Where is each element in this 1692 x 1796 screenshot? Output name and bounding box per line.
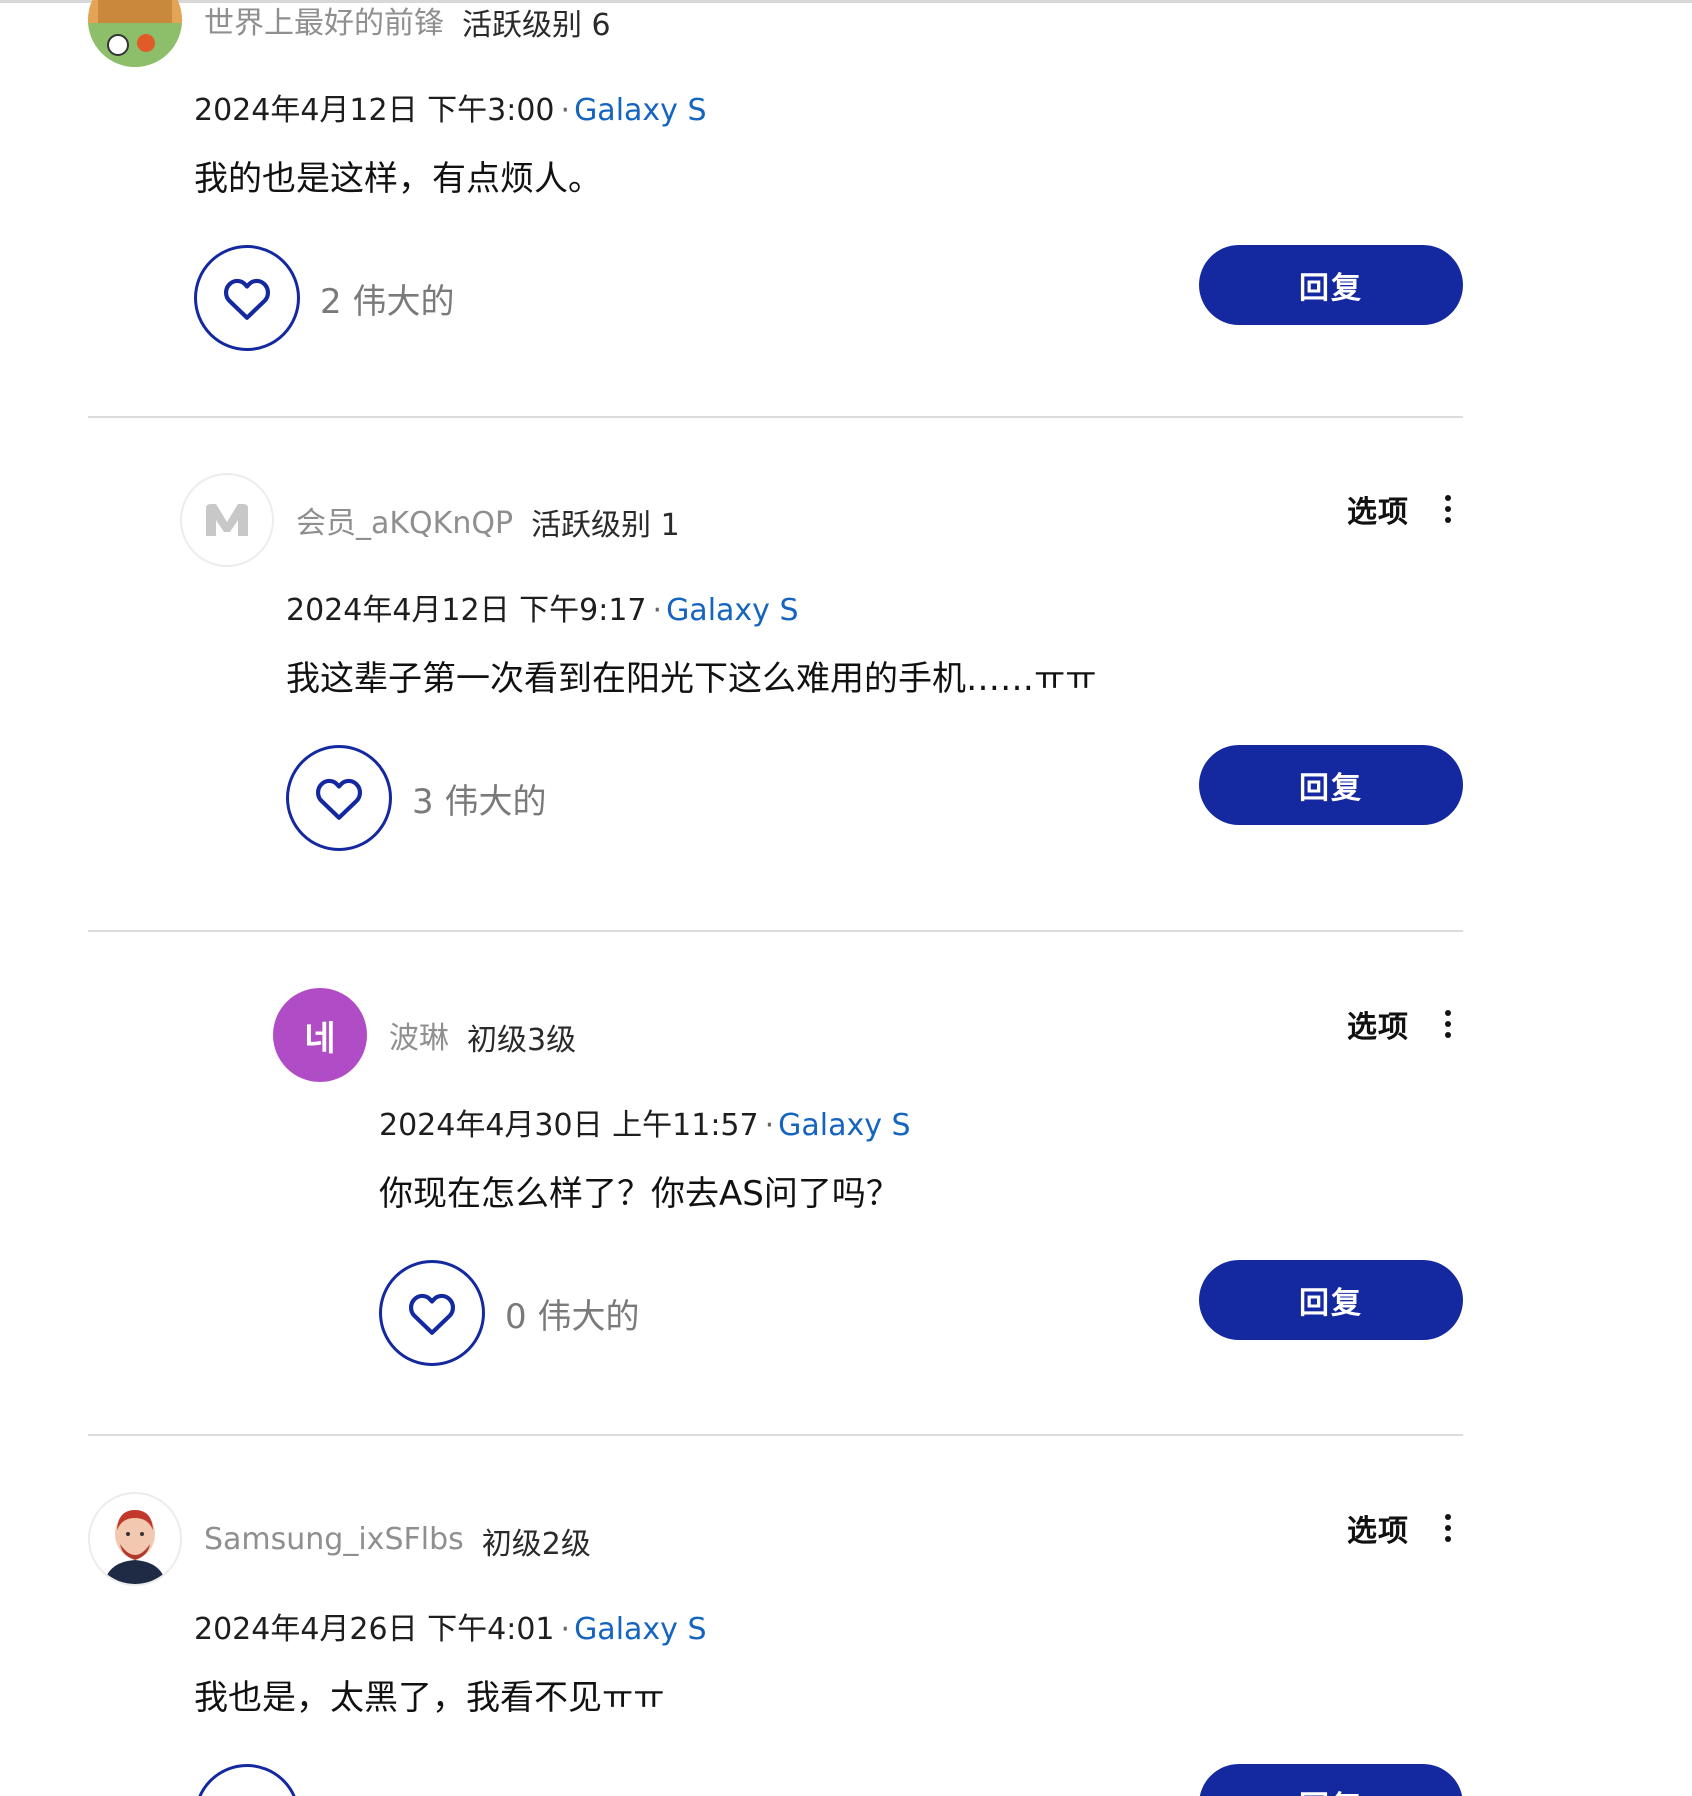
post-2: 会员_aKQKnQP 活跃级别 1 选项 2024年4月12日 下午9:17 · G…: [88, 473, 1463, 851]
rank-badge: 初级3级: [467, 1023, 577, 1058]
post-divider: [88, 930, 1463, 932]
meta-separator: ·: [560, 1612, 571, 1647]
post-date: 2024年4月12日 下午9:17: [286, 593, 647, 628]
reply-button[interactable]: 回复: [1199, 745, 1463, 825]
rank-badge: 初级2级: [481, 1527, 591, 1562]
more-vertical-icon[interactable]: [1433, 1006, 1463, 1042]
options-menu[interactable]: 选项: [1347, 487, 1463, 531]
heart-icon: [315, 778, 363, 820]
like-count: 0 伟大的: [505, 1296, 640, 1337]
heart-icon: [223, 278, 271, 320]
options-menu[interactable]: 选项: [1347, 1506, 1463, 1550]
meta-separator: ·: [560, 93, 571, 128]
m-logo-icon: [206, 504, 248, 536]
post-divider: [88, 1434, 1463, 1436]
post-divider: [88, 416, 1463, 418]
heart-icon: [408, 1293, 456, 1335]
like-button[interactable]: [194, 245, 300, 351]
like-button[interactable]: [286, 745, 392, 851]
rank-badge: 活跃级别 1: [531, 508, 680, 543]
post-3: 네 波琳 初级3级 选项 2024年4月30日 上午11:57 · Galaxy S…: [88, 988, 1463, 1366]
options-menu[interactable]: 选项: [1347, 1002, 1463, 1046]
post-meta: 2024年4月30日 上午11:57 · Galaxy S: [273, 1106, 1463, 1146]
post-actions: 2 伟大的 回复: [88, 245, 1463, 351]
avatar[interactable]: [88, 0, 182, 67]
device-link[interactable]: Galaxy S: [574, 1612, 706, 1647]
like-button[interactable]: [379, 1260, 485, 1366]
post-date: 2024年4月30日 上午11:57: [379, 1108, 759, 1143]
post-actions: 0 伟大的 回复: [273, 1260, 1463, 1366]
post-body: 我也是，太黑了，我看不见ㅠㅠ: [194, 1678, 665, 1718]
post-4: Samsung_ixSFlbs 初级2级 选项 2024年4月26日 下午4:0…: [88, 1492, 1463, 1796]
post-meta: 2024年4月12日 下午3:00 · Galaxy S: [88, 91, 1463, 131]
options-label[interactable]: 选项: [1347, 1506, 1409, 1550]
post-actions: 回复: [88, 1764, 1463, 1796]
post-meta: 2024年4月12日 下午9:17 · Galaxy S: [180, 591, 1463, 631]
post-date: 2024年4月26日 下午4:01: [194, 1612, 555, 1647]
post-header: 会员_aKQKnQP 活跃级别 1 选项: [180, 473, 1463, 567]
reply-button[interactable]: 回复: [1199, 245, 1463, 325]
rank-badge: 活跃级别 6: [462, 8, 611, 43]
avatar[interactable]: 네: [273, 988, 367, 1082]
author-name[interactable]: 世界上最好的前锋: [204, 0, 444, 42]
more-vertical-icon[interactable]: [1433, 1510, 1463, 1546]
avatar[interactable]: [180, 473, 274, 567]
reply-button[interactable]: 回复: [1199, 1260, 1463, 1340]
post-actions: 3 伟大的 回复: [180, 745, 1463, 851]
meta-separator: ·: [652, 593, 663, 628]
options-label[interactable]: 选项: [1347, 487, 1409, 531]
like-count: 3 伟大的: [412, 781, 547, 822]
reply-button[interactable]: 回复: [1199, 1764, 1463, 1796]
post-date: 2024年4月12日 下午3:00: [194, 93, 555, 128]
more-vertical-icon[interactable]: [1433, 491, 1463, 527]
author-name[interactable]: Samsung_ixSFlbs: [204, 1522, 464, 1557]
post-1: 世界上最好的前锋 活跃级别 6 选项 2024年4月12日 下午3:00·Gal…: [88, 0, 1463, 351]
post-header: 네 波琳 初级3级 选项: [273, 988, 1463, 1082]
author-name[interactable]: 会员_aKQKnQP: [296, 498, 513, 542]
device-link[interactable]: Galaxy S: [574, 93, 706, 128]
post-meta: 2024年4月26日 下午4:01 · Galaxy S: [88, 1610, 1463, 1650]
post-body: 你现在怎么样了？你去AS问了吗？: [379, 1174, 900, 1214]
like-count: 2 伟大的: [320, 281, 455, 322]
post-body: 我这辈子第一次看到在阳光下这么难用的手机……ㅠㅠ: [286, 659, 1097, 699]
post-body: 我的也是这样，有点烦人。: [194, 159, 602, 199]
avatar[interactable]: [88, 1492, 182, 1586]
post-header: 世界上最好的前锋 活跃级别 6 选项: [88, 0, 1463, 67]
like-button[interactable]: [194, 1764, 300, 1796]
device-link[interactable]: Galaxy S: [778, 1108, 910, 1143]
post-header: Samsung_ixSFlbs 初级2级 选项: [88, 1492, 1463, 1586]
author-name[interactable]: 波琳: [389, 1013, 449, 1057]
meta-separator: ·: [764, 1108, 775, 1143]
options-label[interactable]: 选项: [1347, 1002, 1409, 1046]
avatar-initial: 네: [304, 1018, 336, 1059]
device-link[interactable]: Galaxy S: [666, 593, 798, 628]
